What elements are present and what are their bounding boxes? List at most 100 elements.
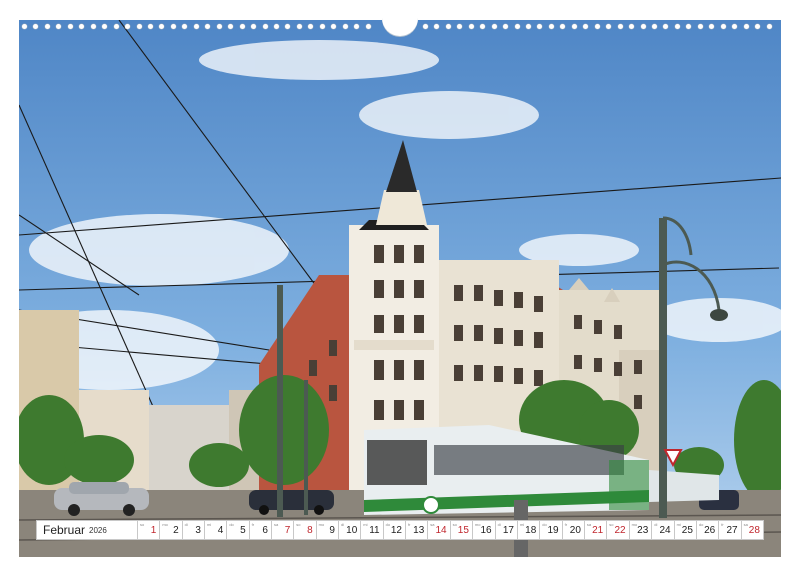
binding-hole [182, 24, 188, 29]
binding-hole [445, 24, 451, 29]
day-cell: mo 16 [472, 520, 496, 540]
binding-hole [193, 24, 199, 29]
binding-hole [526, 24, 531, 29]
day-cell: mi 25 [674, 520, 697, 540]
binding-hole [766, 24, 772, 29]
binding-hole [743, 24, 749, 29]
day-row: so 1 mo 2 di 3 mi 4 do 5 fr 6 sa 7 so 8 mo 9 di 10 mi 11 do 12 f… [138, 520, 764, 540]
day-cell: di 24 [652, 520, 675, 540]
day-cell: so 15 [450, 520, 473, 540]
binding-hole [503, 24, 509, 29]
binding-hole [239, 24, 245, 29]
weekday-label: so [609, 522, 614, 527]
weekday-label: mo [162, 522, 168, 527]
day-cell: fr 6 [249, 520, 272, 540]
weekday-label: do [385, 522, 391, 527]
binding-hole [331, 24, 337, 29]
day-number: 13 [413, 524, 425, 536]
binding-hole [274, 24, 279, 29]
binding-hole [159, 24, 165, 29]
day-cell: sa 21 [584, 520, 608, 540]
weekday-label: di [340, 522, 345, 527]
binding-hole [56, 24, 62, 29]
day-number: 10 [346, 524, 358, 536]
month-label: Februar 2026 [36, 520, 138, 540]
binding-hole [583, 24, 589, 29]
binding-hole [125, 24, 131, 29]
binding-hole [709, 24, 715, 29]
day-number: 1 [150, 524, 157, 536]
weekday-label: di [654, 522, 658, 527]
day-cell: mi 4 [204, 520, 228, 540]
weekday-label: sa [743, 522, 748, 527]
weekday-label: di [184, 522, 188, 527]
month-name: Februar [43, 523, 86, 537]
binding-hole [251, 24, 257, 29]
binding-hole [285, 24, 291, 29]
day-number: 20 [569, 524, 581, 536]
weekday-label: mo [474, 522, 481, 527]
binding-hole [548, 24, 554, 29]
binding-hole [571, 24, 577, 29]
day-number: 14 [435, 524, 447, 536]
binding-hole [342, 24, 348, 29]
day-cell: do 12 [383, 520, 406, 540]
binding-hole [79, 24, 85, 29]
binding-hole [686, 24, 692, 29]
binding-hole [640, 24, 646, 29]
binding-hole [697, 24, 703, 29]
binding-hole [537, 24, 543, 29]
day-cell: fr 20 [562, 520, 585, 540]
binding-hole [90, 24, 96, 29]
day-cell: fr 27 [719, 520, 742, 540]
binding-hole [102, 24, 108, 29]
day-cell: mi 18 [517, 520, 541, 540]
binding-hole [354, 24, 360, 29]
weekday-label: so [452, 522, 457, 527]
day-cell: sa 14 [428, 520, 451, 540]
day-cell: di 17 [495, 520, 518, 540]
day-number: 21 [592, 524, 604, 536]
day-number: 24 [659, 524, 671, 536]
day-cell: mo 9 [316, 520, 339, 540]
binding-hole [170, 24, 176, 29]
day-number: 16 [480, 524, 492, 536]
street-scene-illustration [19, 20, 781, 557]
day-cell: so 1 [138, 520, 161, 540]
weekday-label: mi [363, 522, 368, 527]
binding-hole [755, 24, 761, 29]
day-cell: mo 2 [160, 520, 183, 540]
binding-hole [457, 24, 463, 29]
weekday-label: do [542, 522, 547, 527]
weekday-label: fr [721, 522, 724, 527]
day-cell: so 22 [607, 520, 630, 540]
binding-hole [148, 24, 153, 29]
day-number: 19 [547, 524, 559, 536]
weekday-label: fr [407, 522, 411, 527]
day-number: 2 [173, 524, 179, 536]
day-number: 15 [457, 524, 469, 536]
day-number: 8 [307, 524, 313, 536]
binding-hole [617, 24, 623, 29]
weekday-label: sa [430, 522, 435, 527]
binding-hole [594, 24, 600, 29]
weekday-label: mi [519, 522, 525, 527]
binding-hole [491, 24, 497, 29]
day-number: 23 [637, 524, 649, 536]
day-cell: sa 28 [741, 520, 764, 540]
binding-hole [422, 24, 428, 29]
day-number: 4 [217, 524, 224, 536]
weekday-label: so [140, 522, 145, 527]
weekday-label: mi [676, 522, 681, 527]
weekday-label: do [229, 522, 234, 527]
day-cell: di 3 [182, 520, 205, 540]
day-cell: di 10 [338, 520, 362, 540]
binding-hole [468, 24, 474, 29]
binding-hole [67, 24, 73, 29]
weekday-label: di [497, 522, 501, 527]
weekday-label: fr [251, 522, 255, 527]
binding-hole [113, 24, 119, 29]
day-number: 22 [614, 524, 626, 536]
weekday-label: sa [273, 522, 279, 527]
binding-hole [216, 24, 222, 29]
